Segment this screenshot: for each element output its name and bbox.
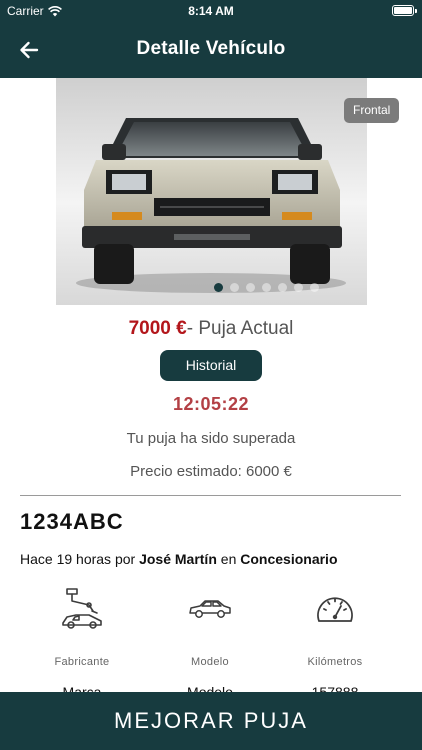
improve-bid-button[interactable]: MEJORAR PUJA (0, 692, 422, 750)
spec-value: Modelo (187, 684, 233, 692)
arrow-left-icon (20, 41, 39, 59)
license-plate: 1234ABC (20, 509, 124, 534)
status-bar: Carrier 8:14 AM (0, 0, 422, 22)
listing-meta: Hace 19 horas por José Martín en Concesi… (20, 551, 338, 567)
spec-label: Modelo (191, 656, 229, 668)
estimated-price: Precio estimado: 6000 € (130, 463, 292, 480)
spec-model: Modelo Modelo (150, 586, 270, 692)
carousel-dot[interactable] (278, 283, 287, 292)
meta-time: Hace 19 horas por (20, 551, 140, 567)
carousel-dot[interactable] (262, 283, 271, 292)
back-button[interactable] (14, 36, 44, 64)
status-time: 8:14 AM (188, 4, 234, 18)
history-button[interactable]: Historial (160, 350, 262, 381)
carousel-dot[interactable] (310, 283, 319, 292)
divider (20, 495, 401, 496)
carousel-dot[interactable] (214, 283, 223, 292)
current-bid-label: - Puja Actual (186, 318, 294, 339)
carousel-dot[interactable] (294, 283, 303, 292)
seller-name: José Martín (139, 551, 217, 567)
vehicle-photo-carousel[interactable] (56, 78, 367, 305)
page-title: Detalle Vehículo (136, 38, 286, 59)
spec-value: 157888 (311, 684, 359, 692)
carousel-dots (214, 283, 319, 292)
spec-label: Fabricante (54, 656, 110, 668)
carousel-dot[interactable] (230, 283, 239, 292)
photo-view-badge[interactable]: Frontal (344, 98, 400, 123)
speedometer-icon (317, 597, 353, 622)
factory-robot-car-icon (62, 588, 102, 629)
top-bar: Carrier 8:14 AM Detalle Vehículo (0, 0, 422, 78)
vehicle-detail-content[interactable]: Frontal 7000 €- Puja Actual Historial 12… (0, 78, 422, 692)
countdown-timer: 12:05:22 (172, 394, 250, 414)
carousel-dot[interactable] (246, 283, 255, 292)
seller-type: Concesionario (240, 551, 338, 567)
current-bid-value: 7000 € (128, 318, 187, 339)
car-icon (189, 600, 231, 618)
battery-icon (392, 5, 417, 16)
spec-value: Marca (62, 684, 102, 692)
spec-kilometers: Kilómetros 157888 (275, 586, 395, 692)
current-bid: 7000 €- Puja Actual (0, 318, 422, 340)
vehicle-photo (76, 118, 346, 293)
spec-label: Kilómetros (307, 656, 363, 668)
bid-status-text: Tu puja ha sido superada (126, 430, 296, 447)
spec-manufacturer: Fabricante Marca (22, 586, 142, 692)
meta-connector: en (216, 551, 241, 567)
